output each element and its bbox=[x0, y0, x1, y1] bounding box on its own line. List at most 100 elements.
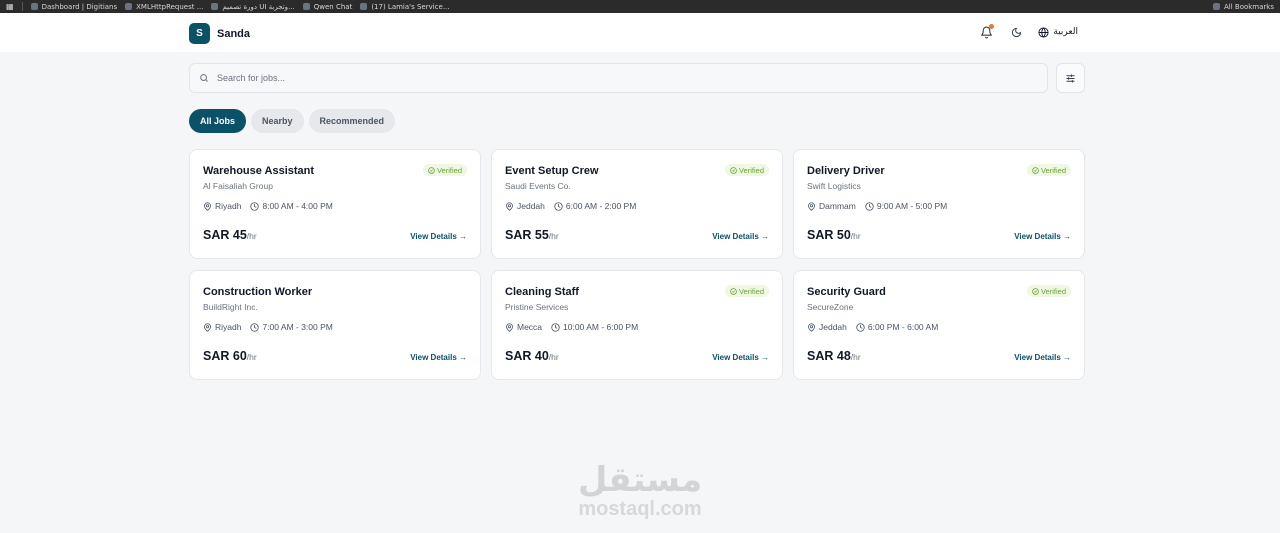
view-details-link[interactable]: View Details → bbox=[1014, 353, 1071, 362]
job-time: 6:00 PM - 6:00 AM bbox=[856, 322, 938, 332]
moon-icon bbox=[1011, 27, 1022, 37]
verified-badge: Verified bbox=[422, 164, 467, 176]
job-company: SecureZone bbox=[807, 302, 854, 312]
price-row: SAR 40/hr View Details → bbox=[505, 349, 769, 363]
job-price: SAR 40/hr bbox=[505, 349, 559, 363]
tab-recommended[interactable]: Recommended bbox=[308, 109, 396, 133]
clock-icon bbox=[865, 201, 874, 211]
job-time: 6:00 AM - 2:00 PM bbox=[554, 201, 636, 211]
job-location-text: Dammam bbox=[819, 201, 856, 211]
job-price: SAR 48/hr bbox=[807, 349, 861, 363]
job-card[interactable]: Construction Worker BuildRight Inc. Riya… bbox=[189, 270, 481, 380]
price-row: SAR 45/hr View Details → bbox=[203, 228, 467, 242]
verified-badge: Verified bbox=[1026, 164, 1071, 176]
verified-label: Verified bbox=[738, 286, 764, 296]
job-price: SAR 50/hr bbox=[807, 228, 861, 242]
check-circle-icon bbox=[730, 287, 737, 295]
verified-badge: Verified bbox=[1026, 285, 1071, 297]
job-time-text: 6:00 PM - 6:00 AM bbox=[867, 322, 939, 332]
map-pin-icon bbox=[808, 201, 815, 211]
job-card[interactable]: Delivery Driver Swift Logistics Dammam 9… bbox=[793, 149, 1085, 259]
job-meta: Riyadh 8:00 AM - 4:00 PM bbox=[203, 201, 467, 211]
job-filter-tabs: All Jobs Nearby Recommended bbox=[189, 109, 396, 133]
search-icon bbox=[200, 74, 208, 82]
job-meta: Riyadh 7:00 AM - 3:00 PM bbox=[203, 322, 467, 332]
map-pin-icon bbox=[506, 201, 513, 211]
watermark: مستقل mostaql.com bbox=[570, 462, 710, 520]
check-circle-icon bbox=[1032, 287, 1039, 295]
job-price-amount: SAR 45 bbox=[203, 228, 247, 242]
job-location-text: Riyadh bbox=[215, 322, 242, 332]
watermark-latin: mostaql.com bbox=[578, 498, 702, 520]
job-location: Dammam bbox=[807, 201, 856, 211]
bookmark-item[interactable]: Dashboard | Digitians bbox=[30, 3, 117, 11]
job-card[interactable]: Event Setup Crew Saudi Events Co. Jeddah… bbox=[491, 149, 783, 259]
browser-bookmarks-bar: ▦ Dashboard | Digitians XMLHttpRequest .… bbox=[0, 0, 1280, 13]
job-location-text: Jeddah bbox=[819, 322, 847, 332]
notifications-button[interactable] bbox=[978, 24, 995, 40]
all-bookmarks-button[interactable]: All Bookmarks bbox=[1212, 3, 1274, 11]
job-price-unit: /hr bbox=[548, 352, 559, 362]
map-pin-icon bbox=[204, 322, 211, 332]
job-location: Jeddah bbox=[807, 322, 847, 332]
folder-icon bbox=[1212, 3, 1220, 10]
job-location: Mecca bbox=[505, 322, 542, 332]
job-price-amount: SAR 50 bbox=[807, 228, 851, 242]
clock-icon bbox=[250, 201, 260, 211]
job-time-text: 7:00 AM - 3:00 PM bbox=[262, 322, 333, 332]
job-card[interactable]: Warehouse Assistant Al Faisaliah Group R… bbox=[189, 149, 481, 259]
view-details-link[interactable]: View Details → bbox=[1014, 232, 1071, 241]
bookmark-label: Qwen Chat bbox=[313, 2, 353, 11]
view-details-link[interactable]: View Details → bbox=[712, 232, 769, 241]
job-company: Pristine Services bbox=[505, 302, 569, 312]
job-time-text: 10:00 AM - 6:00 PM bbox=[563, 322, 639, 332]
search-bar bbox=[189, 63, 1048, 93]
bookmark-label: XMLHttpRequest ... bbox=[136, 2, 204, 11]
filter-button[interactable] bbox=[1056, 63, 1085, 93]
job-card[interactable]: Security Guard SecureZone Jeddah 6:00 PM… bbox=[793, 270, 1085, 380]
search-input[interactable] bbox=[217, 73, 1017, 83]
job-company: Saudi Events Co. bbox=[505, 181, 571, 191]
map-pin-icon bbox=[506, 322, 513, 332]
view-details-link[interactable]: View Details → bbox=[410, 353, 467, 362]
job-time: 9:00 AM - 5:00 PM bbox=[865, 201, 947, 211]
theme-toggle-button[interactable] bbox=[1008, 24, 1024, 40]
language-switch[interactable]: العربية bbox=[1038, 26, 1078, 38]
check-circle-icon bbox=[1032, 166, 1039, 174]
map-pin-icon bbox=[808, 322, 815, 332]
header-actions: العربية bbox=[978, 24, 1078, 40]
job-title: Construction Worker bbox=[203, 286, 313, 298]
price-row: SAR 48/hr View Details → bbox=[807, 349, 1071, 363]
bookmark-item[interactable]: دورة تصميم UI وتجربة... bbox=[211, 3, 295, 11]
tab-nearby[interactable]: Nearby bbox=[251, 109, 304, 133]
bookmark-label: (17) Lamia's Service... bbox=[371, 2, 450, 11]
verified-label: Verified bbox=[1040, 165, 1066, 175]
bookmark-item[interactable]: (17) Lamia's Service... bbox=[360, 2, 450, 11]
job-price-amount: SAR 60 bbox=[203, 349, 247, 363]
brand[interactable]: S Sanda bbox=[189, 23, 250, 44]
job-time: 7:00 AM - 3:00 PM bbox=[250, 322, 333, 332]
favicon-icon bbox=[125, 3, 133, 10]
job-price: SAR 45/hr bbox=[203, 228, 257, 242]
job-company: Al Faisaliah Group bbox=[203, 181, 273, 191]
job-time: 8:00 AM - 4:00 PM bbox=[250, 201, 333, 211]
job-location: Riyadh bbox=[203, 322, 241, 332]
view-details-link[interactable]: View Details → bbox=[410, 232, 467, 241]
job-price-amount: SAR 40 bbox=[505, 349, 549, 363]
bookmark-item[interactable]: Qwen Chat bbox=[302, 2, 353, 11]
sliders-icon bbox=[1066, 73, 1075, 83]
brand-logo: S bbox=[189, 23, 210, 44]
job-time-text: 8:00 AM - 4:00 PM bbox=[262, 201, 333, 211]
bookmark-item[interactable]: XMLHttpRequest ... bbox=[125, 3, 203, 11]
tab-all-jobs[interactable]: All Jobs bbox=[189, 109, 247, 133]
favicon-icon bbox=[211, 3, 219, 10]
view-details-link[interactable]: View Details → bbox=[712, 353, 769, 362]
apps-button[interactable]: ▦ bbox=[6, 2, 14, 11]
job-card[interactable]: Cleaning Staff Pristine Services Mecca 1… bbox=[491, 270, 783, 380]
clock-icon bbox=[250, 322, 260, 332]
language-label: العربية bbox=[1053, 27, 1078, 37]
job-grid: Warehouse Assistant Al Faisaliah Group R… bbox=[189, 149, 1085, 380]
job-meta: Dammam 9:00 AM - 5:00 PM bbox=[807, 201, 1071, 211]
price-row: SAR 60/hr View Details → bbox=[203, 349, 467, 363]
globe-icon bbox=[1038, 26, 1049, 38]
